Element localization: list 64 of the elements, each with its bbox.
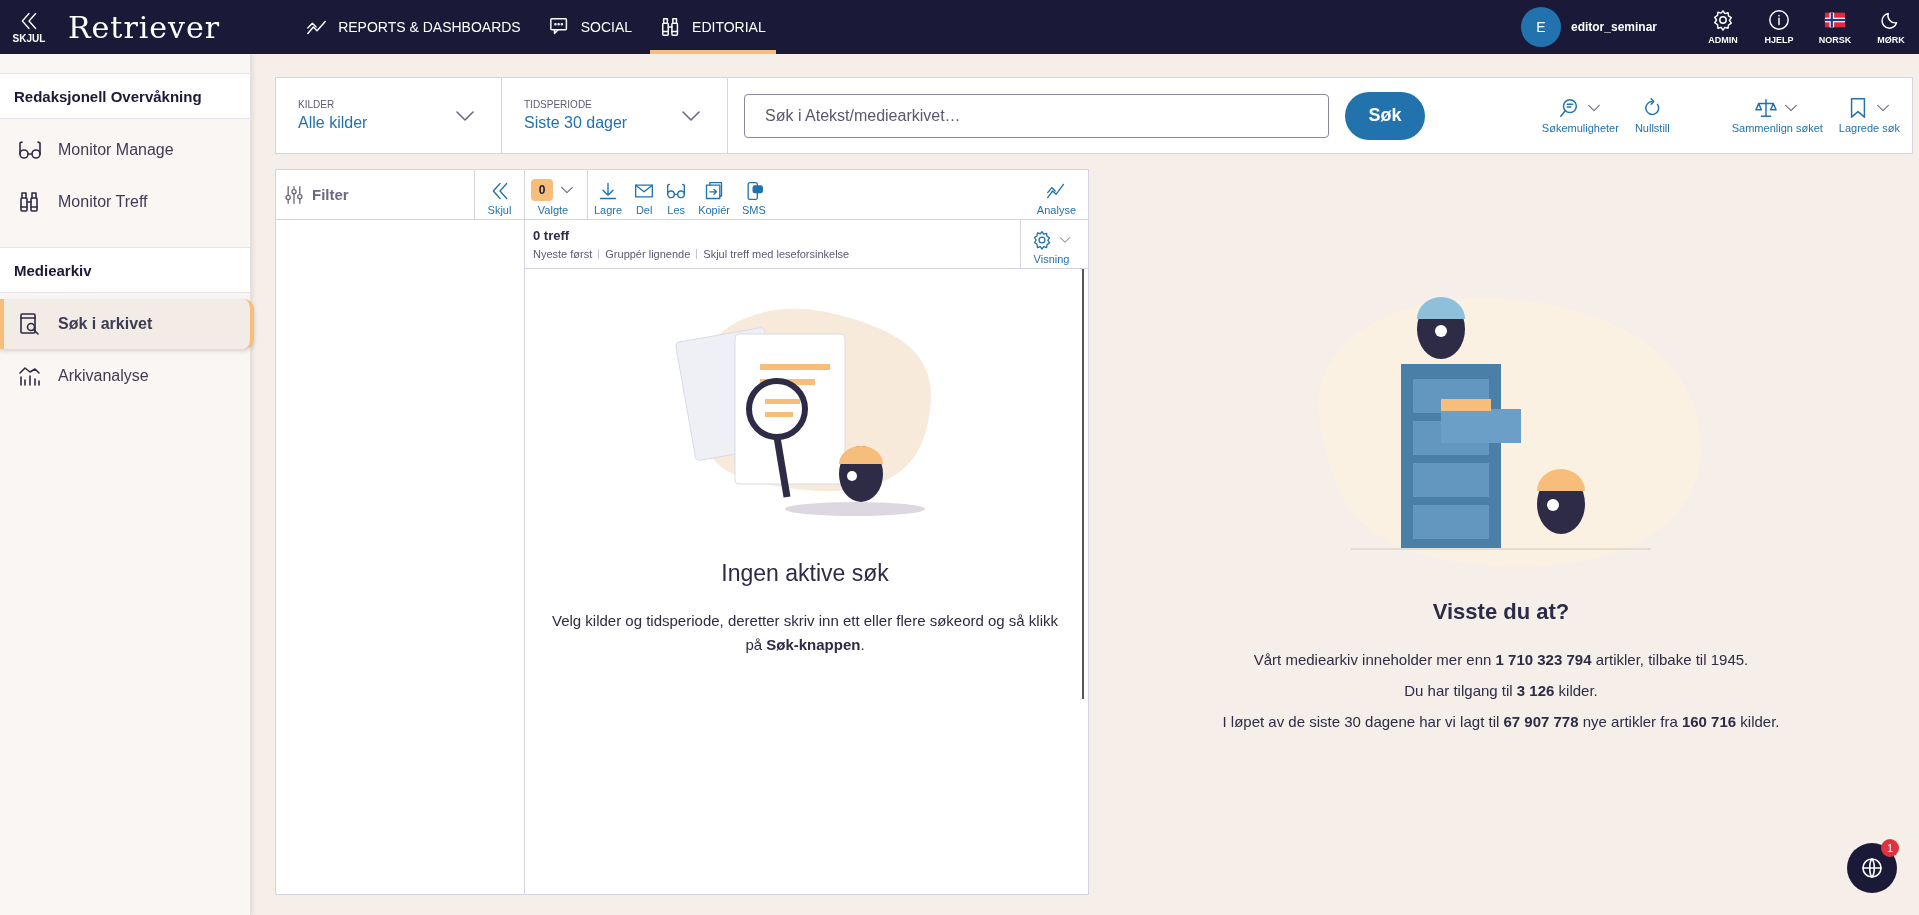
trend-chart-icon: [1046, 181, 1067, 201]
logo: Retriever: [68, 9, 221, 45]
glasses-icon: [18, 138, 42, 162]
action-button[interactable]: Les: [660, 170, 693, 219]
dropdown[interactable]: TIDSPERIODE Siste 30 dager: [502, 78, 728, 153]
settings-icon: [1712, 9, 1734, 31]
action-button[interactable]: Del: [628, 170, 661, 219]
nav-tab[interactable]: REPORTS & DASHBOARDS: [296, 0, 531, 54]
info-text: I løpet av de siste 30 dagene har vi lagt til 67 907 778 nye artikler fra 160 716 kilder.: [1222, 713, 1780, 730]
collapse-button[interactable]: SKJUL: [0, 0, 58, 54]
glasses-icon: [666, 181, 687, 201]
search-button[interactable]: Søk: [1345, 91, 1425, 140]
hit-count: 0 treff: [533, 228, 571, 243]
action-button[interactable]: Lagre: [588, 170, 629, 219]
empty-title: Ingen aktive søk: [721, 560, 889, 587]
search-field[interactable]: Søk i Atekst/mediearkivet…: [744, 93, 1329, 138]
tool-button[interactable]: Sammenlign søket: [1725, 97, 1829, 134]
sort-option[interactable]: Skjul treff med leseforsinkelse: [703, 248, 850, 260]
tool-button[interactable]: Søkemuligheter: [1535, 97, 1625, 134]
nav-tab[interactable]: SOCIAL: [538, 0, 643, 54]
info-title: Visste du at?: [1432, 599, 1570, 625]
scrollbar[interactable]: [1082, 269, 1084, 699]
double-chevron-icon: [19, 10, 39, 31]
copy-icon: [704, 181, 725, 201]
filter-button[interactable]: Filter: [276, 170, 474, 219]
top-action-button[interactable]: MØRK: [1863, 0, 1919, 54]
search-document-icon: [18, 312, 42, 336]
sort-option[interactable]: Nyeste først: [533, 248, 593, 260]
info-text: Vårt mediearkiv inneholder mer enn 1 710 323 794 artikler, tilbake til 1945.: [1253, 651, 1749, 668]
dropdown[interactable]: KILDER Alle kilder: [276, 78, 502, 153]
chat-button[interactable]: [1847, 843, 1897, 893]
settings-icon: [1031, 230, 1052, 250]
sidebar-item[interactable]: Arkivanalyse: [0, 351, 250, 401]
analyse-button[interactable]: Analyse: [1030, 170, 1082, 219]
nav-tab[interactable]: EDITORIAL: [650, 0, 776, 54]
bar-chart-icon: [18, 364, 42, 388]
sidebar-item[interactable]: Søk i arkivet: [0, 299, 254, 349]
tool-button[interactable]: Lagrede søk: [1832, 97, 1906, 134]
view-button[interactable]: Visning: [1020, 220, 1082, 268]
info-text: Du har tilgang til 3 126 kilder.: [1404, 682, 1598, 699]
top-action-button[interactable]: ADMIN: [1695, 0, 1751, 54]
globe-icon: [1860, 856, 1884, 880]
notification-badge: 1: [1881, 839, 1899, 857]
selected-button[interactable]: 0 Valgte: [525, 170, 581, 219]
sort-option[interactable]: Gruppér lignende: [605, 248, 691, 260]
hide-button[interactable]: Skjul: [474, 170, 524, 219]
action-button[interactable]: Kopiér: [692, 170, 736, 219]
tool-button[interactable]: Nullstill: [1628, 97, 1676, 134]
mail-icon: [634, 181, 655, 201]
user-name: editor_seminar: [1570, 20, 1657, 34]
download-icon: [598, 181, 619, 201]
sidebar-item[interactable]: Monitor Manage: [0, 125, 250, 175]
user-avatar[interactable]: E: [1520, 7, 1561, 47]
section-title: Mediearkiv: [0, 247, 250, 293]
info-icon: [1768, 9, 1790, 31]
sliders-icon: [284, 184, 304, 205]
selected-count: 0: [531, 179, 553, 201]
top-action-button[interactable]: NORSK: [1807, 0, 1863, 54]
sidebar-item[interactable]: Monitor Treff: [0, 177, 250, 227]
empty-text: Velg kilder og tidsperiode, deretter skriv inn ett eller flere søkeord og så klikk på Søk-knappen.: [550, 611, 1060, 655]
action-button[interactable]: SMS: [735, 170, 772, 219]
top-action-button[interactable]: HJELP: [1751, 0, 1807, 54]
scale-icon: [1755, 97, 1778, 119]
section-title: Redaksjonell Overvåkning: [0, 73, 250, 119]
